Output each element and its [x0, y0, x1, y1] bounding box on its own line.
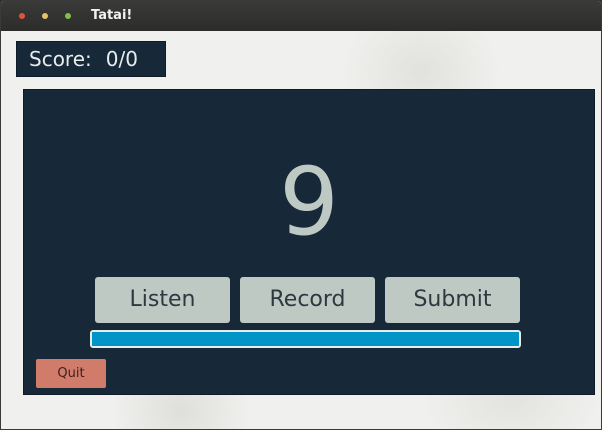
question-panel: 9 Listen Record Submit Quit: [23, 89, 595, 395]
score-value: 0/0: [105, 47, 138, 71]
question-number: 9: [279, 148, 339, 257]
progress-bar: [90, 330, 521, 348]
submit-button[interactable]: Submit: [385, 277, 520, 323]
score-label: Score:: [29, 47, 92, 71]
quit-button[interactable]: Quit: [36, 359, 106, 388]
app-content: Score: 0/0 9 Listen Record Submit Quit: [1, 31, 601, 429]
title-bar: Tatai!: [1, 1, 601, 32]
window-title: Tatai!: [91, 8, 133, 23]
app-window: Tatai! Score: 0/0 9 Listen Record Submit …: [0, 0, 602, 430]
maximize-window-button[interactable]: [65, 13, 71, 19]
minimize-window-button[interactable]: [42, 13, 48, 19]
progress-bar-fill: [92, 332, 519, 346]
record-button[interactable]: Record: [240, 277, 375, 323]
close-window-button[interactable]: [19, 13, 25, 19]
listen-button[interactable]: Listen: [95, 277, 230, 323]
score-display: Score: 0/0: [16, 41, 166, 77]
